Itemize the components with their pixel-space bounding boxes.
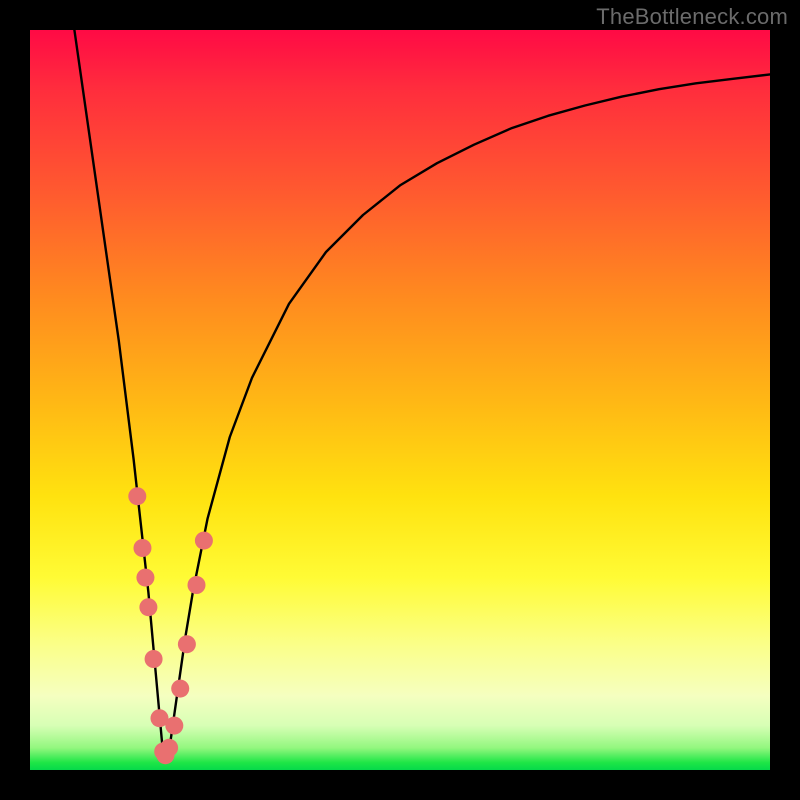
- marker-dot: [195, 532, 213, 550]
- curve-layer: [30, 30, 770, 770]
- watermark-text: TheBottleneck.com: [596, 4, 788, 30]
- marker-dot: [165, 717, 183, 735]
- marker-dot: [133, 539, 151, 557]
- marker-dot: [160, 739, 178, 757]
- marker-dot: [128, 487, 146, 505]
- marker-dot: [136, 569, 154, 587]
- marker-dot: [145, 650, 163, 668]
- chart-frame: TheBottleneck.com: [0, 0, 800, 800]
- marker-dot: [188, 576, 206, 594]
- marker-dot: [178, 635, 196, 653]
- marker-dot: [171, 680, 189, 698]
- plot-area: [30, 30, 770, 770]
- marker-dot: [139, 598, 157, 616]
